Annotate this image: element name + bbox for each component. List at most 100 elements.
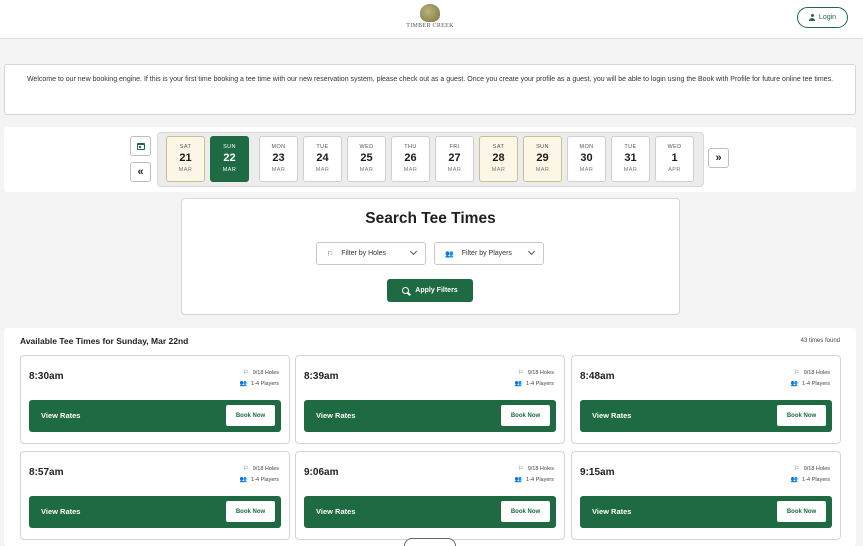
view-rates-bar[interactable]: View Rates Book Now <box>304 400 556 432</box>
login-label: Login <box>818 14 837 21</box>
chevron-down-icon <box>527 247 536 256</box>
load-more-button[interactable] <box>404 538 456 546</box>
date-fri-27[interactable]: FRI 27 MAR <box>435 136 474 182</box>
flag-icon: ⚐ <box>243 466 249 472</box>
day-of-week: MON <box>271 144 286 150</box>
login-button[interactable]: Login <box>797 7 848 28</box>
search-title: Search Tee Times <box>365 210 496 227</box>
date-mon-30[interactable]: MON 30 MAR <box>567 136 606 182</box>
view-rates-bar[interactable]: View Rates Book Now <box>580 496 832 528</box>
players-icon: 👥 <box>790 381 799 387</box>
tee-time-card: 8:48am ⚐ 9/18 Holes 👥 1-4 Players View Rat… <box>571 355 841 444</box>
previous-dates-button[interactable]: « <box>130 162 151 182</box>
view-rates-bar[interactable]: View Rates Book Now <box>580 400 832 432</box>
day-number: 27 <box>448 152 461 164</box>
players-icon: 👥 <box>445 250 454 258</box>
view-rates-label: View Rates <box>41 507 81 516</box>
holes-text: 9/18 Holes <box>527 370 554 376</box>
tree-logo-icon <box>420 4 440 22</box>
holes-text: 9/18 Holes <box>803 370 830 376</box>
tee-meta: ⚐ 9/18 Holes 👥 1-4 Players <box>515 464 554 486</box>
tee-time-card: 9:06am ⚐ 9/18 Holes 👥 1-4 Players View Rat… <box>295 451 565 540</box>
flag-icon: ⚐ <box>518 370 524 376</box>
day-number: 22 <box>223 152 236 164</box>
date-sun-29[interactable]: SUN 29 MAR <box>523 136 562 182</box>
month: MAR <box>178 167 193 173</box>
players-text: 1-4 Players <box>526 477 554 483</box>
day-number: 31 <box>624 152 637 164</box>
tee-meta: ⚐ 9/18 Holes 👥 1-4 Players <box>240 368 279 390</box>
user-icon <box>809 14 816 21</box>
view-rates-bar[interactable]: View Rates Book Now <box>29 496 281 528</box>
course-logo[interactable]: TIMBER CREEK <box>406 4 454 32</box>
players-icon: 👥 <box>514 381 523 387</box>
tee-meta: ⚐ 9/18 Holes 👥 1-4 Players <box>791 368 830 390</box>
view-rates-label: View Rates <box>316 411 356 420</box>
tee-time: 8:57am <box>29 467 64 478</box>
date-wed-25[interactable]: WED 25 MAR <box>347 136 386 182</box>
players-text: 1-4 Players <box>526 381 554 387</box>
apply-filters-label: Apply Filters <box>415 287 458 294</box>
date-tue-31[interactable]: TUE 31 MAR <box>611 136 650 182</box>
month: APR <box>668 167 681 173</box>
month: MAR <box>315 167 330 173</box>
book-now-button[interactable]: Book Now <box>226 501 275 522</box>
tee-time: 8:48am <box>580 371 615 382</box>
month: MAR <box>491 167 506 173</box>
holes-filter-select[interactable]: ⚐ Filter by Holes <box>316 242 426 265</box>
view-rates-label: View Rates <box>592 507 632 516</box>
month: MAR <box>535 167 550 173</box>
results-title: Available Tee Times for Sunday, Mar 22nd <box>20 336 189 346</box>
next-dates-button[interactable]: » <box>708 148 729 168</box>
day-of-week: MON <box>579 144 594 150</box>
results-count: 43 times found <box>800 338 840 344</box>
tee-meta: ⚐ 9/18 Holes 👥 1-4 Players <box>515 368 554 390</box>
flag-icon: ⚐ <box>794 466 800 472</box>
flag-icon: ⚐ <box>327 250 334 258</box>
players-icon: 👥 <box>239 477 248 483</box>
book-now-button[interactable]: Book Now <box>777 405 826 426</box>
holes-text: 9/18 Holes <box>803 466 830 472</box>
month: MAR <box>579 167 594 173</box>
date-sat-21[interactable]: SAT 21 MAR <box>166 136 205 182</box>
book-now-button[interactable]: Book Now <box>777 501 826 522</box>
tee-time: 9:06am <box>304 467 339 478</box>
date-wed-1[interactable]: WED 1 APR <box>655 136 694 182</box>
month: MAR <box>271 167 286 173</box>
players-filter-select[interactable]: 👥 Filter by Players <box>434 242 544 265</box>
day-of-week: SUN <box>536 144 549 150</box>
date-sat-28[interactable]: SAT 28 MAR <box>479 136 518 182</box>
players-text: 1-4 Players <box>251 381 279 387</box>
holes-text: 9/18 Holes <box>252 466 279 472</box>
tee-time: 8:30am <box>29 371 64 382</box>
holes-text: 9/18 Holes <box>252 370 279 376</box>
day-number: 29 <box>536 152 549 164</box>
book-now-button[interactable]: Book Now <box>226 405 275 426</box>
view-rates-bar[interactable]: View Rates Book Now <box>29 400 281 432</box>
tee-time: 8:39am <box>304 371 339 382</box>
date-mon-23[interactable]: MON 23 MAR <box>259 136 298 182</box>
players-text: 1-4 Players <box>802 477 830 483</box>
flag-icon: ⚐ <box>518 466 524 472</box>
logo-text: TIMBER CREEK <box>406 23 454 29</box>
day-number: 26 <box>404 152 417 164</box>
month: MAR <box>359 167 374 173</box>
month: MAR <box>447 167 462 173</box>
calendar-button[interactable] <box>130 136 151 156</box>
date-thu-26[interactable]: THU 26 MAR <box>391 136 430 182</box>
day-of-week: SUN <box>223 144 236 150</box>
month: MAR <box>623 167 638 173</box>
day-number: 24 <box>316 152 329 164</box>
day-of-week: SAT <box>492 144 505 150</box>
view-rates-bar[interactable]: View Rates Book Now <box>304 496 556 528</box>
date-sun-22[interactable]: SUN 22 MAR <box>210 136 249 182</box>
day-of-week: WED <box>359 144 374 150</box>
welcome-notice: Welcome to our new booking engine. If th… <box>4 64 856 115</box>
date-tue-24[interactable]: TUE 24 MAR <box>303 136 342 182</box>
book-now-button[interactable]: Book Now <box>501 405 550 426</box>
flag-icon: ⚐ <box>243 370 249 376</box>
book-now-button[interactable]: Book Now <box>501 501 550 522</box>
players-filter-label: Filter by Players <box>461 250 512 257</box>
apply-filters-button[interactable]: Apply Filters <box>387 279 473 302</box>
month: MAR <box>403 167 418 173</box>
